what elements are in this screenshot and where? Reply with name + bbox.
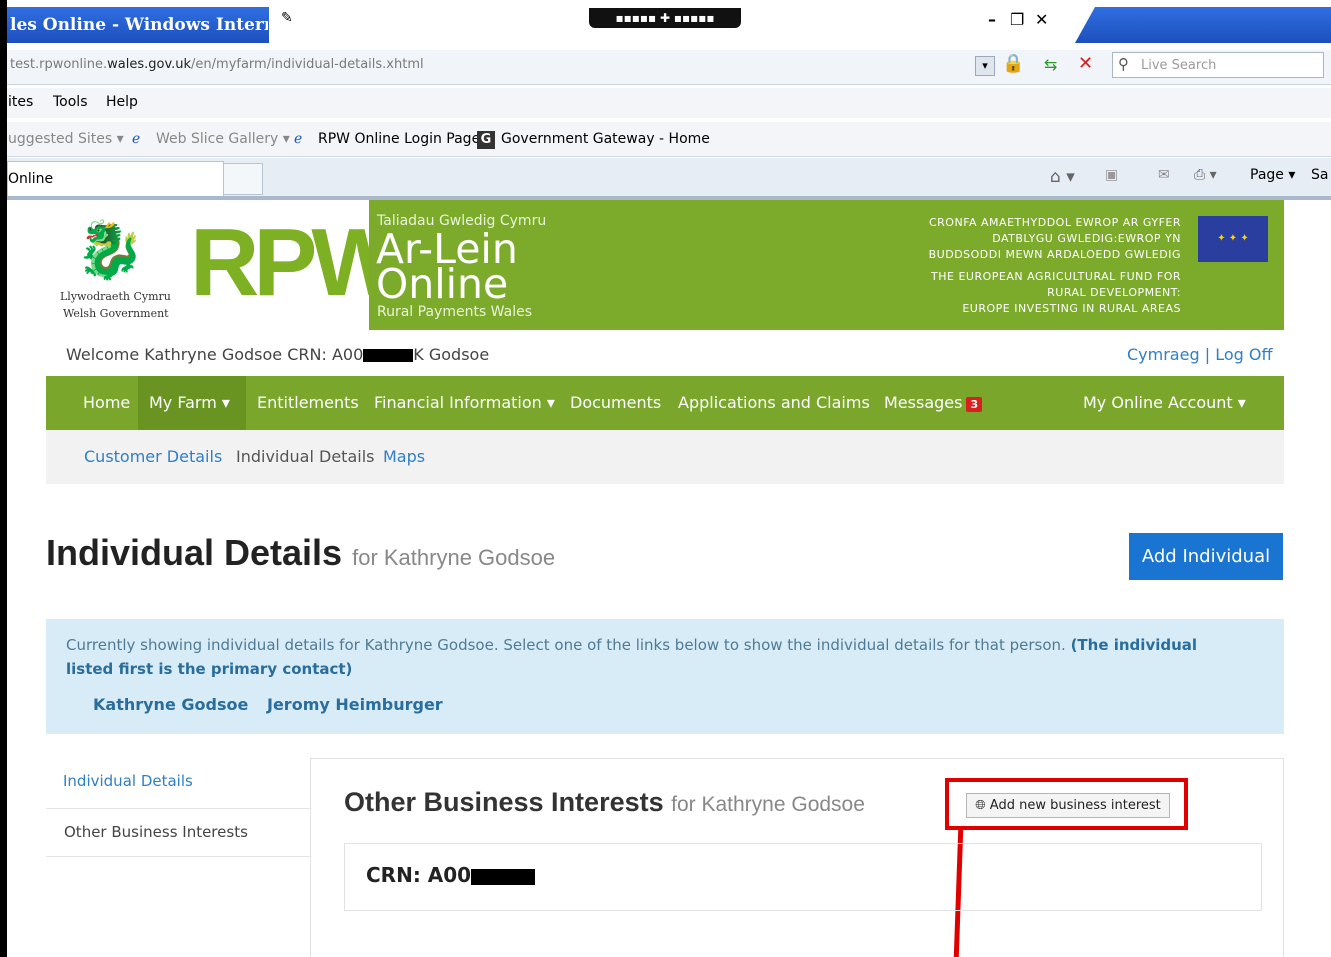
menu-bar <box>7 88 1331 118</box>
search-input[interactable]: Live Search <box>1112 52 1324 78</box>
eu-fund-text: CRONFA AMAETHYDDOL EWROP AR GYFER DATBLY… <box>928 216 1181 315</box>
title-bar-right <box>1075 7 1331 43</box>
nav-my-farm[interactable]: My Farm ▾ <box>149 393 230 412</box>
menu-tools[interactable]: Tools <box>53 94 88 110</box>
mail-icon[interactable]: ✉ <box>1158 167 1170 183</box>
menu-help[interactable]: Help <box>106 94 138 110</box>
eu-flag-icon: ✦ ✦ ✦ <box>1198 216 1268 262</box>
fav-web-slice-gallery[interactable]: Web Slice Gallery ▾ <box>156 131 290 147</box>
gov-name-welsh: Llywodraeth Cymru <box>60 290 171 303</box>
page-title-subject: for Kathryne Godsoe <box>352 545 556 570</box>
browser-tab[interactable]: Online <box>7 161 224 196</box>
person-link-kathryne[interactable]: Kathryne Godsoe <box>93 695 248 714</box>
highlight-box <box>945 778 1188 830</box>
nav-financial-information[interactable]: Financial Information ▾ <box>374 393 555 412</box>
search-icon[interactable]: ⚲ <box>1118 55 1129 73</box>
nav-messages[interactable]: Messages 3 <box>884 393 983 412</box>
cymraeg-link[interactable]: Cymraeg <box>1127 345 1200 364</box>
crn-label: CRN: A00 <box>366 863 536 887</box>
person-link-jeromy[interactable]: Jeromy Heimburger <box>267 695 443 714</box>
sidebar-item-other-business-interests[interactable]: Other Business Interests <box>64 823 248 841</box>
fav-government-gateway[interactable]: Government Gateway - Home <box>501 131 710 147</box>
print-icon[interactable]: ⎙ ▾ <box>1194 167 1217 183</box>
toolbar-grip[interactable]: ▪▪▪▪▪ ✚ ▪▪▪▪▪ <box>589 8 741 28</box>
menu-favorites[interactable]: ites <box>8 94 33 110</box>
ie-icon: ℯ <box>132 131 141 147</box>
online-text: Online <box>376 260 509 308</box>
window-title: les Online - Windows Internet E <box>10 15 268 35</box>
page-menu[interactable]: Page ▾ <box>1250 167 1295 183</box>
gov-name-english: Welsh Government <box>63 307 169 320</box>
rural-payments-wales: Rural Payments Wales <box>377 304 533 320</box>
window-border <box>0 0 7 957</box>
subnav-maps[interactable]: Maps <box>383 447 425 466</box>
log-off-link[interactable]: Log Off <box>1215 345 1272 364</box>
home-icon[interactable]: ⌂ ▾ <box>1050 167 1075 187</box>
restore-icon[interactable]: ❐ <box>1010 10 1024 29</box>
ie-icon: ℯ <box>294 131 303 147</box>
safety-menu[interactable]: Sa <box>1311 167 1328 183</box>
add-individual-button[interactable]: Add Individual <box>1129 533 1283 580</box>
nav-home[interactable]: Home <box>83 393 130 412</box>
info-text: Currently showing individual details for… <box>66 636 1198 678</box>
close-icon[interactable]: ✕ <box>1035 10 1048 29</box>
sidebar-item-individual-details[interactable]: Individual Details <box>63 772 193 790</box>
nav-applications-claims[interactable]: Applications and Claims <box>678 393 870 412</box>
feeds-icon[interactable]: ▣ <box>1105 167 1118 183</box>
nav-documents[interactable]: Documents <box>570 393 661 412</box>
messages-badge: 3 <box>966 397 983 412</box>
subnav-customer-details[interactable]: Customer Details <box>84 447 222 466</box>
panel-title: Other Business Interests for Kathryne Go… <box>344 787 865 817</box>
pin-icon[interactable]: ✎ <box>281 10 293 26</box>
top-links: Cymraeg | Log Off <box>1127 345 1273 364</box>
nav-my-online-account[interactable]: My Online Account ▾ <box>1083 393 1246 412</box>
fav-suggested-sites[interactable]: uggested Sites ▾ <box>8 131 124 147</box>
nav-entitlements[interactable]: Entitlements <box>257 393 359 412</box>
welcome-message: Welcome Kathryne Godsoe CRN: A00 K Godsoe <box>66 345 490 364</box>
rpw-logo: RPW <box>190 209 402 316</box>
minimize-icon[interactable]: – <box>988 10 996 29</box>
new-tab-button[interactable] <box>223 163 263 195</box>
panel-title-subject: for Kathryne Godsoe <box>671 793 865 816</box>
subnav-individual-details[interactable]: Individual Details <box>236 447 374 466</box>
redaction <box>363 349 414 362</box>
gateway-icon: G <box>477 131 495 149</box>
fav-rpw-login[interactable]: RPW Online Login Page <box>318 131 480 147</box>
stop-icon[interactable]: ✕ <box>1078 53 1093 74</box>
dragon-logo-icon: 🐉 <box>75 218 145 283</box>
lock-icon[interactable]: 🔒 <box>1002 53 1024 74</box>
address-dropdown-icon[interactable]: ▾ <box>975 56 995 76</box>
sub-nav <box>46 430 1284 484</box>
url-field[interactable]: test.rpwonline.wales.gov.uk/en/myfarm/in… <box>10 57 424 72</box>
refresh-icon[interactable]: ⇆ <box>1044 55 1057 74</box>
redaction <box>471 868 536 885</box>
page-title: Individual Details for Kathryne Godsoe <box>46 532 556 573</box>
